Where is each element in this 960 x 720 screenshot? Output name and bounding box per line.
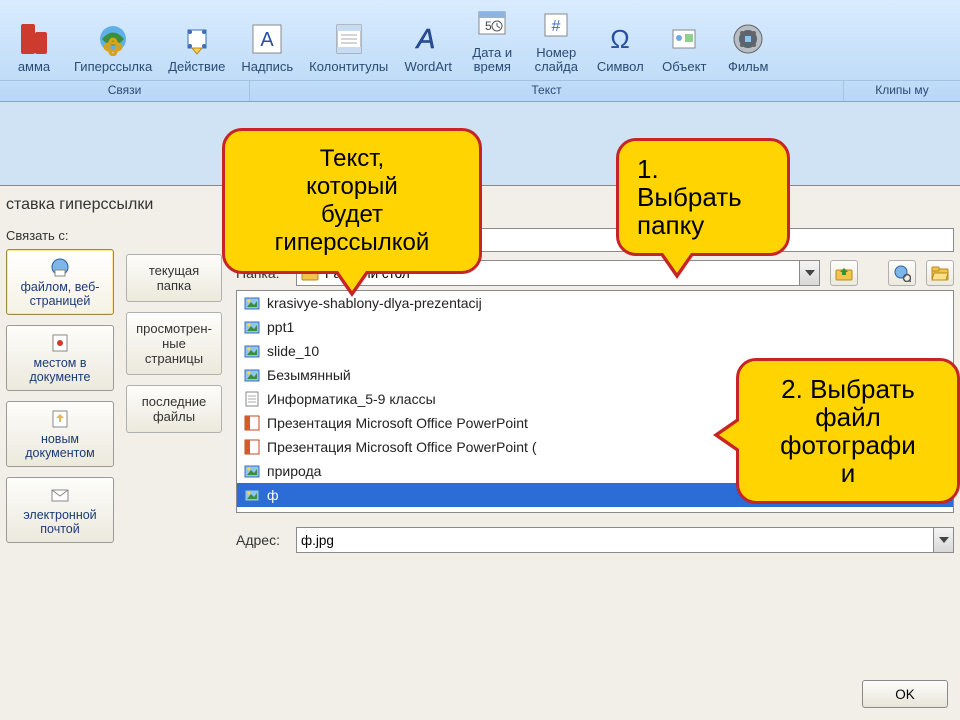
callout-text-hyperlink: Текст,которыйбудетгиперссылкой xyxy=(222,128,482,274)
svg-text:Ω: Ω xyxy=(611,24,630,54)
address-label: Адрес: xyxy=(236,532,296,548)
ribbon-Объект[interactable]: Объект xyxy=(652,18,716,78)
link-option-icon xyxy=(49,332,71,354)
file-type-icon xyxy=(243,294,261,312)
link-to-option[interactable]: новымдокументом xyxy=(6,401,114,467)
address-combobox[interactable]: ф.jpg xyxy=(296,527,954,553)
callout-choose-folder: 1.Выбратьпапку xyxy=(616,138,790,256)
svg-text:5: 5 xyxy=(485,19,492,33)
ribbon-icon xyxy=(15,20,53,58)
browse-scope-button[interactable]: последниефайлы xyxy=(126,385,222,433)
link-option-icon xyxy=(49,484,71,506)
browse-web-button[interactable] xyxy=(888,260,916,286)
file-type-icon xyxy=(243,390,261,408)
ribbon-icon xyxy=(178,20,216,58)
up-folder-button[interactable] xyxy=(830,260,858,286)
ribbon-icon xyxy=(94,20,132,58)
link-option-icon xyxy=(49,408,71,430)
file-type-icon xyxy=(243,462,261,480)
ribbon-WordArt[interactable]: AWordArt xyxy=(396,18,460,78)
ribbon-icon: A xyxy=(409,20,447,58)
file-list-item[interactable]: ppt1 xyxy=(237,315,953,339)
ribbon-icon xyxy=(330,20,368,58)
svg-text:A: A xyxy=(415,23,436,54)
ribbon-Надпись[interactable]: AНадпись xyxy=(233,18,301,78)
ribbon-icon xyxy=(729,20,767,58)
link-with-label: Связать с: xyxy=(6,228,126,249)
ribbon-Номер[interactable]: #Номерслайда xyxy=(524,4,588,78)
svg-text:#: # xyxy=(552,18,561,35)
ribbon-group: Клипы му xyxy=(844,81,960,101)
file-type-icon xyxy=(243,318,261,336)
link-to-option[interactable]: электроннойпочтой xyxy=(6,477,114,543)
ribbon-icon: Ω xyxy=(601,20,639,58)
ribbon-icon: # xyxy=(537,6,575,44)
ribbon-амма[interactable]: амма xyxy=(2,18,66,78)
browse-file-button[interactable] xyxy=(926,260,954,286)
ribbon-icon: 5 xyxy=(473,6,511,44)
ribbon-icon xyxy=(665,20,703,58)
ribbon-Гиперссылка[interactable]: Гиперссылка xyxy=(66,18,160,78)
address-value: ф.jpg xyxy=(301,533,334,548)
file-type-icon xyxy=(243,342,261,360)
ribbon-icon: A xyxy=(248,20,286,58)
file-type-icon xyxy=(243,438,261,456)
file-type-icon xyxy=(243,414,261,432)
ribbon-group: Текст xyxy=(250,81,844,101)
link-option-icon xyxy=(49,256,71,278)
ribbon-group: Связи xyxy=(0,81,250,101)
ribbon-Действие[interactable]: Действие xyxy=(160,18,233,78)
ribbon-Символ[interactable]: ΩСимвол xyxy=(588,18,652,78)
link-to-option[interactable]: местом вдокументе xyxy=(6,325,114,391)
ribbon-Дата и[interactable]: 5Дата ивремя xyxy=(460,4,524,78)
callout-choose-file: 2. Выбратьфайлфотографии xyxy=(736,358,960,504)
ok-button[interactable]: OK xyxy=(862,680,948,708)
ribbon-Колонтитулы[interactable]: Колонтитулы xyxy=(301,18,396,78)
browse-scope-button[interactable]: текущаяпапка xyxy=(126,254,222,302)
file-type-icon xyxy=(243,366,261,384)
browse-scope-button[interactable]: просмотрен-ныестраницы xyxy=(126,312,222,375)
chevron-down-icon[interactable] xyxy=(799,261,819,285)
link-to-option[interactable]: файлом, веб-страницей xyxy=(6,249,114,315)
file-type-icon xyxy=(243,486,261,504)
chevron-down-icon[interactable] xyxy=(933,528,953,552)
ribbon-Фильм[interactable]: Фильм xyxy=(716,18,780,78)
ribbon: аммаГиперссылкаДействиеAНадписьКолонтиту… xyxy=(0,0,960,102)
svg-text:A: A xyxy=(261,29,275,51)
